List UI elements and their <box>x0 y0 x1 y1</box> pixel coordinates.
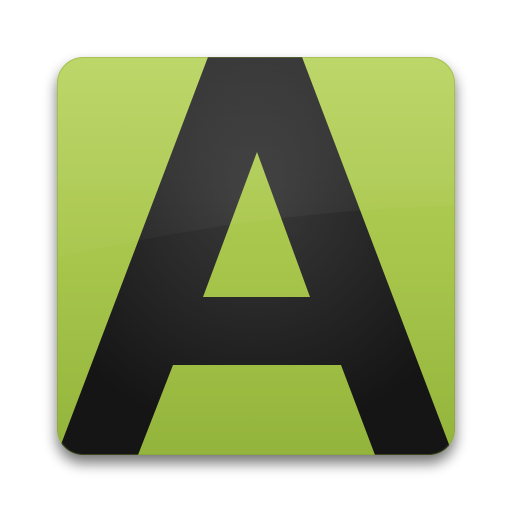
icon-canvas <box>0 0 512 512</box>
app-icon[interactable] <box>0 0 512 512</box>
